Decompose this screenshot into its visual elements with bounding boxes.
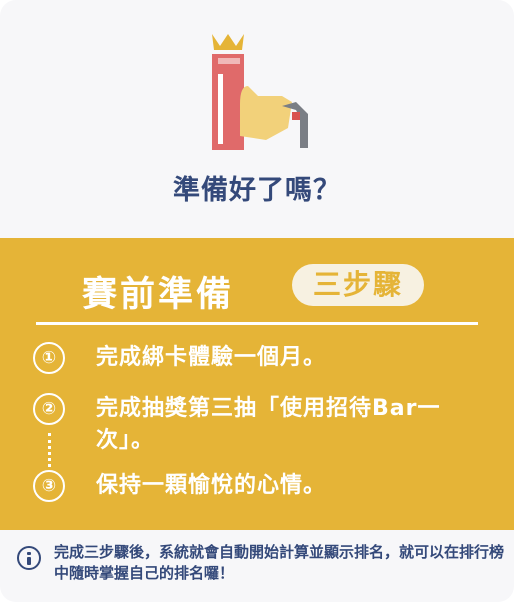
panel-divider bbox=[36, 322, 478, 325]
footer-note-section: 完成三步驟後，系統就會自動開始計算並顯示排名，就可以在排行榜中隨時掌握自己的排名… bbox=[0, 530, 514, 602]
info-icon bbox=[17, 546, 41, 570]
step-number-2: ② bbox=[33, 393, 65, 425]
footer-note: 完成三步驟後，系統就會自動開始計算並顯示排名，就可以在排行榜中隨時掌握自己的排名… bbox=[54, 543, 505, 582]
step-text-1: 完成綁卡體驗一個月。 bbox=[96, 345, 327, 370]
panel-title: 賽前準備 bbox=[82, 275, 235, 315]
panel-header: 賽前準備 三步驟 bbox=[0, 260, 514, 315]
hand-holding-card-icon bbox=[212, 34, 308, 150]
step-text-3: 保持一顆愉悅的心情。 bbox=[96, 473, 327, 498]
prep-card: 準備好了嗎？ 賽前準備 三步驟 ① 完成綁卡體驗一個月。 ② 完成抽獎第三抽「使… bbox=[0, 0, 514, 602]
step-connector-line bbox=[48, 433, 51, 467]
step-text-2: 完成抽獎第三抽「使用招待Bar一次」。 bbox=[96, 396, 441, 453]
step-number-1: ① bbox=[33, 342, 65, 374]
ready-title: 準備好了嗎？ bbox=[173, 175, 341, 206]
steps-badge: 三步驟 bbox=[292, 264, 424, 306]
hero-section: 準備好了嗎？ bbox=[0, 0, 514, 238]
prep-panel: 賽前準備 三步驟 ① 完成綁卡體驗一個月。 ② 完成抽獎第三抽「使用招待Bar一… bbox=[0, 238, 514, 530]
step-number-3: ③ bbox=[33, 470, 65, 502]
